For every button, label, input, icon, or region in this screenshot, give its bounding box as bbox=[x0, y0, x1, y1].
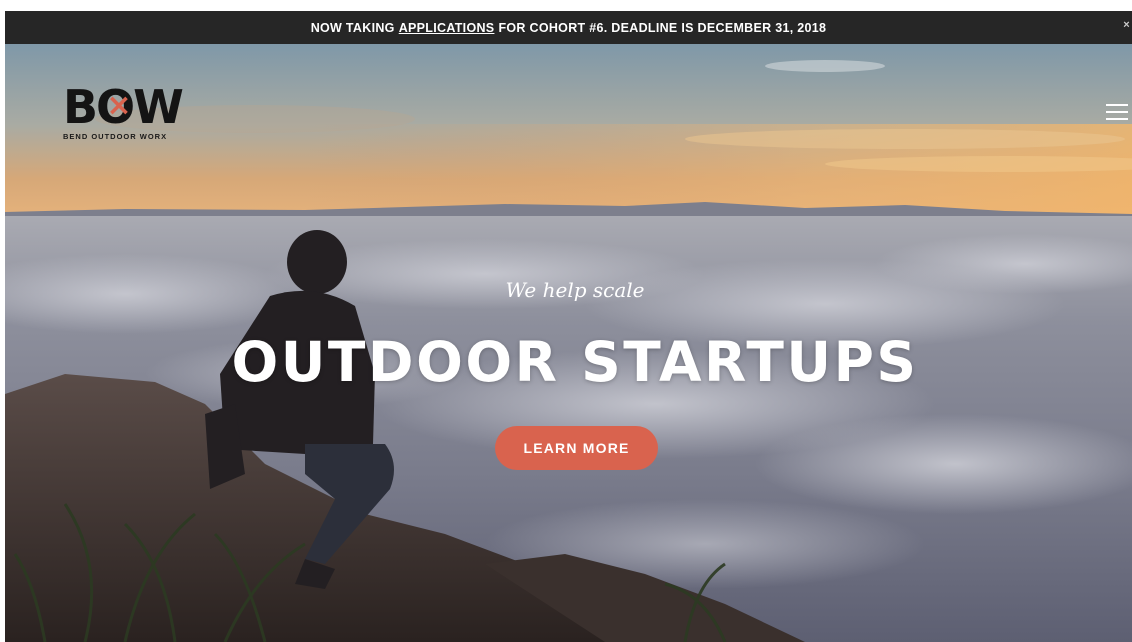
hero-headline: OUTDOOR STARTUPS bbox=[231, 330, 919, 394]
announcement-suffix: FOR COHORT #6. DEADLINE IS DECEMBER 31, … bbox=[498, 20, 827, 35]
hero-section: BOW × BEND OUTDOOR WORX We help scale OU… bbox=[5, 44, 1132, 642]
hero-tagline: We help scale bbox=[505, 278, 645, 302]
hamburger-icon[interactable] bbox=[1106, 104, 1128, 122]
hamburger-line bbox=[1106, 118, 1128, 120]
logo-mark: BOW × bbox=[63, 84, 184, 130]
page-frame: NOW TAKING APPLICATIONS FOR COHORT #6. D… bbox=[5, 11, 1132, 642]
bow-logo[interactable]: BOW × BEND OUTDOOR WORX bbox=[63, 84, 184, 141]
announcement-bar: NOW TAKING APPLICATIONS FOR COHORT #6. D… bbox=[5, 11, 1132, 44]
logo-x-icon: × bbox=[106, 88, 131, 123]
hamburger-line bbox=[1106, 104, 1128, 106]
applications-link[interactable]: APPLICATIONS bbox=[399, 21, 495, 35]
close-icon[interactable]: × bbox=[1123, 19, 1130, 31]
hamburger-line bbox=[1106, 111, 1128, 113]
announcement-prefix: NOW TAKING bbox=[310, 20, 395, 35]
learn-more-button[interactable]: LEARN MORE bbox=[495, 426, 658, 470]
